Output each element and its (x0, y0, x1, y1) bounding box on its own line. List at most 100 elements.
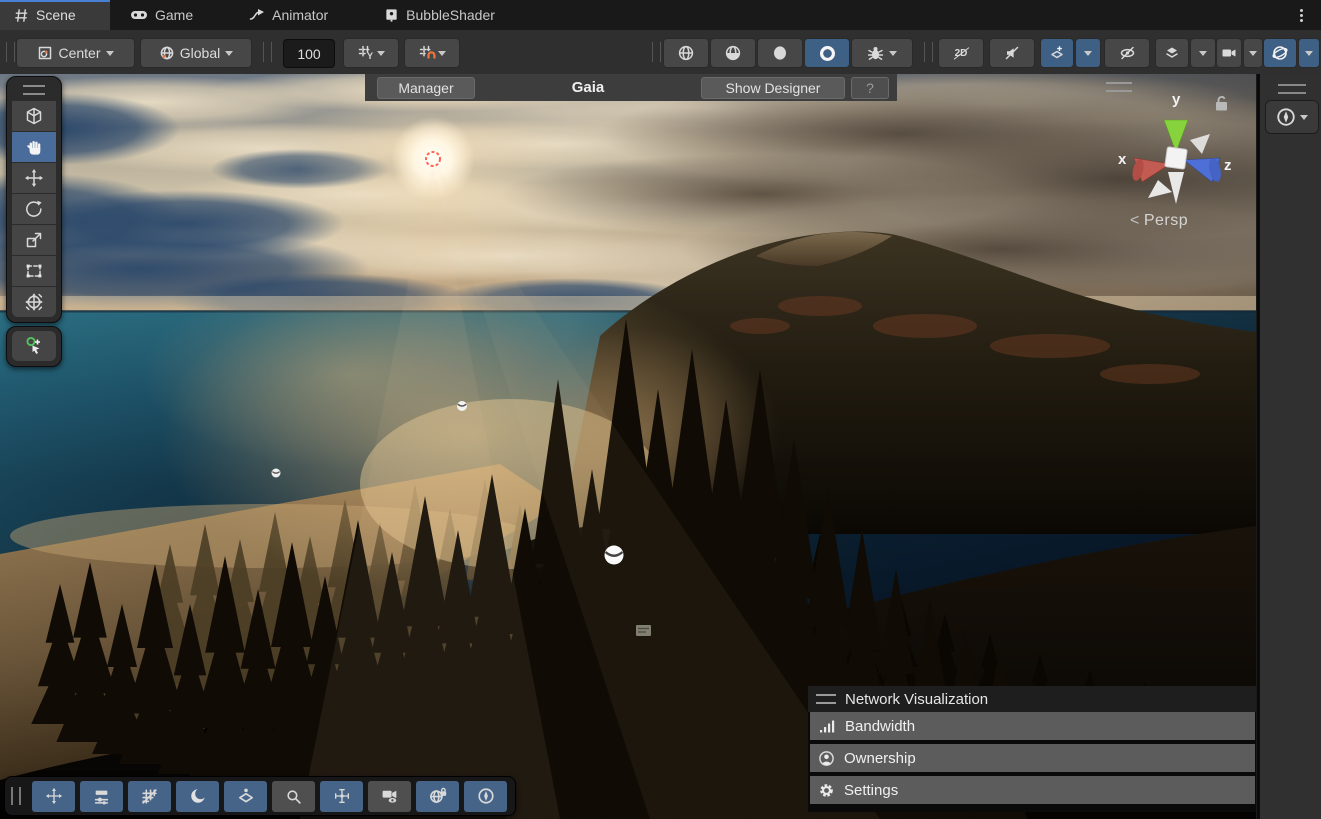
toolbar-drag-handle[interactable] (6, 42, 15, 62)
rotate-tool-button[interactable] (12, 194, 56, 224)
grid-slash-icon (141, 788, 158, 805)
tools-drag-handle[interactable] (23, 85, 45, 95)
shading-wireframe-button[interactable] (663, 38, 709, 68)
hand-tool-button[interactable] (12, 132, 56, 162)
moon-icon (189, 787, 207, 805)
overlay-camera-button[interactable] (368, 781, 411, 812)
shading-current-mode-button[interactable] (804, 38, 850, 68)
axis-z-label: z (1224, 157, 1232, 174)
chevron-down-icon (438, 51, 446, 60)
gamepad-icon (130, 8, 148, 22)
chevron-down-icon (889, 51, 897, 60)
grid-axis-dropdown[interactable]: Y (343, 38, 399, 68)
lighting-icon (1049, 45, 1065, 61)
gizmo-drag-handle[interactable] (1106, 82, 1132, 92)
view-tool-button[interactable] (12, 101, 56, 131)
overlay-move-button[interactable] (32, 781, 75, 812)
axis-cones[interactable] (1130, 120, 1222, 204)
shading-solid-button[interactable] (757, 38, 803, 68)
network-bandwidth-button[interactable]: Bandwidth (810, 712, 1255, 740)
strip-compass-dropdown[interactable] (1265, 100, 1319, 134)
toggle-2d-button[interactable]: 2D (938, 38, 984, 68)
move-tool-button[interactable] (12, 163, 56, 193)
probe-gizmo-icon[interactable] (605, 546, 624, 565)
axis-y-label: y (1172, 91, 1181, 108)
camera-dropdown[interactable] (1243, 38, 1263, 68)
scene-effects-button[interactable] (1155, 38, 1189, 68)
tab-bubbleshader[interactable]: BubbleShader (370, 0, 509, 30)
audio-mute-icon (1004, 45, 1020, 61)
terrain-gizmo-icon[interactable] (636, 625, 651, 636)
strip-drag-handle[interactable] (1278, 84, 1306, 94)
tab-game[interactable]: Game (116, 0, 207, 30)
overlay-search-button[interactable] (272, 781, 315, 812)
show-designer-label: Show Designer (726, 80, 821, 96)
orientation-mode-dropdown[interactable]: Global (140, 38, 252, 68)
properties-sliders-icon (93, 788, 110, 805)
snap-increment-input[interactable]: 100 (283, 39, 335, 68)
search-icon (285, 788, 302, 805)
network-drag-handle[interactable] (816, 694, 836, 704)
pivot-mode-dropdown[interactable]: Center (16, 38, 135, 68)
unlock-icon[interactable] (1216, 97, 1227, 111)
tab-animator[interactable]: Animator (235, 0, 342, 30)
eye-slash-icon (1119, 45, 1136, 61)
shading-shaded-wire-button[interactable] (710, 38, 756, 68)
gizmos-dropdown[interactable] (1298, 38, 1320, 68)
debug-draw-mode-dropdown[interactable] (851, 38, 913, 68)
scale-tool-button[interactable] (12, 225, 56, 255)
chevron-down-icon (225, 51, 233, 60)
network-settings-button[interactable]: Settings (810, 776, 1255, 804)
window-menu-kebab-icon[interactable] (1293, 5, 1309, 25)
snap-value: 100 (297, 46, 320, 62)
chevron-down-icon (377, 51, 385, 60)
effects-group (1155, 38, 1216, 68)
camera-icon (1221, 45, 1237, 61)
toggle-audio-button[interactable] (989, 38, 1035, 68)
grid-snap-dropdown[interactable] (404, 38, 460, 68)
gizmos-toggle-button[interactable] (1263, 38, 1297, 68)
scene-camera-button[interactable] (1216, 38, 1242, 68)
two-d-icon: 2D (955, 48, 968, 59)
chevron-down-icon (106, 51, 114, 60)
globe-icon (159, 45, 175, 61)
overlay-world-lock-button[interactable] (416, 781, 459, 812)
right-overlay-strip (1257, 74, 1321, 819)
tab-label: Game (155, 7, 193, 23)
overlay-layers-button[interactable] (224, 781, 267, 812)
settings-gear-icon (818, 782, 835, 799)
overlay-compass-button[interactable] (464, 781, 507, 812)
animator-icon (249, 8, 265, 22)
toggle-lighting-button[interactable] (1040, 38, 1074, 68)
pivot-cross-icon (333, 787, 351, 805)
view-cube-icon (24, 106, 44, 126)
overlay-properties-button[interactable] (80, 781, 123, 812)
bandwidth-bars-icon (818, 718, 836, 735)
wireframe-sphere-icon (677, 44, 695, 62)
projection-mode-label[interactable]: <Persp (1130, 212, 1188, 230)
gaia-manager-button[interactable]: Manager (377, 77, 475, 99)
effects-dropdown[interactable] (1190, 38, 1216, 68)
overlay-pivot-button[interactable] (320, 781, 363, 812)
toolbar-separator (263, 42, 272, 62)
overlays-drag-handle[interactable] (11, 787, 21, 805)
tools-overlay (6, 76, 62, 367)
gaia-help-button[interactable]: ? (851, 77, 889, 99)
scene-viewport[interactable]: Manager Gaia Show Designer ? (0, 74, 1256, 819)
projection-arrow-icon: < (1130, 212, 1140, 229)
ownership-user-icon (818, 750, 835, 767)
tab-scene[interactable]: Scene (0, 0, 110, 30)
rect-tool-button[interactable] (12, 256, 56, 286)
scene-visibility-button[interactable] (1104, 38, 1150, 68)
lighting-group (1040, 38, 1101, 68)
lighting-dropdown[interactable] (1075, 38, 1101, 68)
probe-gizmo-icon[interactable] (457, 401, 467, 411)
overlay-shading-button[interactable] (176, 781, 219, 812)
overlay-grid-button[interactable] (128, 781, 171, 812)
gaia-show-designer-button[interactable]: Show Designer (701, 77, 845, 99)
transform-tool-button[interactable] (12, 287, 56, 317)
network-ownership-button[interactable]: Ownership (810, 744, 1255, 772)
probe-gizmo-icon[interactable] (272, 469, 281, 478)
half-shaded-sphere-icon (724, 44, 742, 62)
add-gameobject-tool-button[interactable] (12, 331, 56, 361)
